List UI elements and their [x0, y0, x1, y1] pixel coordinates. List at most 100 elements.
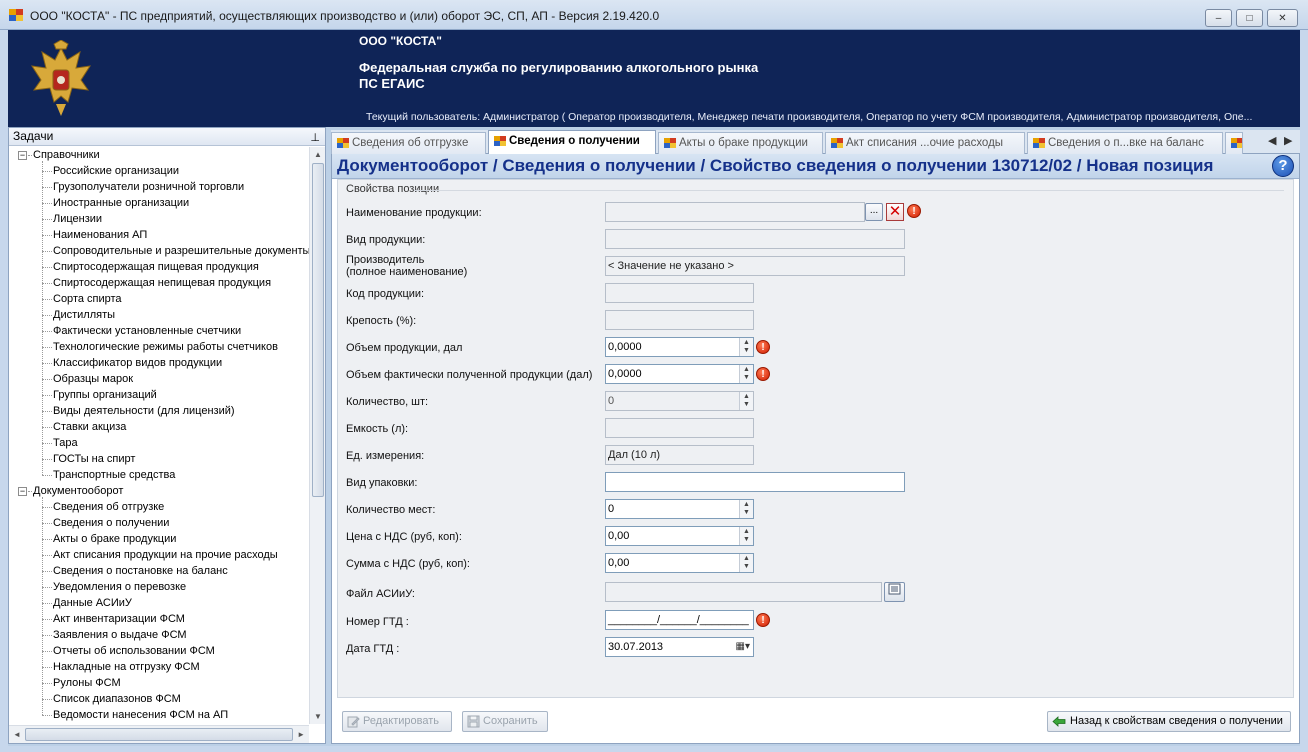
gtd-date-picker[interactable]: 30.07.2013 ▦▾: [605, 637, 754, 657]
tree-item[interactable]: Ставки акциза: [53, 419, 126, 435]
tree-item[interactable]: Сведения о постановке на баланс: [53, 563, 228, 579]
edit-button[interactable]: Редактировать: [342, 711, 452, 732]
tree-item[interactable]: Сопроводительные и разрешительные докуме…: [53, 243, 309, 259]
tree-item[interactable]: Список диапазонов ФСМ: [53, 691, 181, 707]
quantity-field: 0 ▲ ▼: [605, 391, 754, 411]
tree-item[interactable]: Ведомости нанесения ФСМ на АП: [53, 707, 228, 723]
package-type-input[interactable]: [605, 472, 905, 492]
tree-connector: [42, 219, 52, 220]
tree-item[interactable]: Иностранные организации: [53, 195, 189, 211]
price-vat-spinner[interactable]: ▲ ▼: [739, 527, 753, 545]
tab-defect-acts[interactable]: Акты о браке продукции: [658, 132, 823, 154]
scroll-down-icon[interactable]: ▼: [314, 712, 322, 721]
scroll-left-icon[interactable]: ◄: [13, 730, 21, 739]
browse-button[interactable]: ...: [865, 203, 883, 221]
tree-connector: [42, 603, 52, 604]
pin-icon[interactable]: ⊥: [310, 130, 320, 147]
tree-item[interactable]: Акт списания продукции на прочие расходы: [53, 547, 278, 563]
collapse-icon[interactable]: −: [18, 151, 27, 160]
product-code-label: Код продукции:: [346, 288, 425, 300]
package-type-label: Вид упаковки:: [346, 477, 418, 489]
sum-vat-input[interactable]: 0,00 ▲ ▼: [605, 553, 754, 573]
tree-item[interactable]: ГОСТы на спирт: [53, 451, 135, 467]
system-name: ПС ЕГАИС: [359, 76, 425, 91]
breadcrumb-bar: Документооборот / Сведения о получении /…: [332, 154, 1299, 179]
tree-item[interactable]: Данные АСИиУ: [53, 595, 132, 611]
back-to-receipt-button[interactable]: Назад к свойствам сведения о получении: [1047, 711, 1291, 732]
volume-received-spinner[interactable]: ▲ ▼: [739, 365, 753, 383]
tree-item[interactable]: Фактически установленные счетчики: [53, 323, 241, 339]
tree-item[interactable]: Спиртосодержащая пищевая продукция: [53, 259, 259, 275]
maximize-button[interactable]: □: [1236, 9, 1263, 27]
agency-name: Федеральная служба по регулированию алко…: [359, 60, 759, 75]
places-count-input[interactable]: 0 ▲ ▼: [605, 499, 754, 519]
tree-item[interactable]: Уведомления о перевозке: [53, 579, 186, 595]
tree-group[interactable]: Документооборот: [33, 483, 123, 499]
tree-item[interactable]: Спиртосодержащая непищевая продукция: [53, 275, 271, 291]
tree-item[interactable]: Лицензии: [53, 211, 102, 227]
calendar-dropdown-icon[interactable]: ▦▾: [736, 638, 750, 656]
tasks-horizontal-scrollbar[interactable]: ◄ ►: [9, 725, 309, 743]
tab-scroll-left-icon[interactable]: ◀: [1268, 134, 1276, 147]
sum-vat-spinner[interactable]: ▲ ▼: [739, 554, 753, 572]
tab-overflow[interactable]: [1225, 132, 1243, 154]
tree-item[interactable]: Сведения об отгрузке: [53, 499, 164, 515]
window-frame-bottom: [0, 746, 1308, 752]
tree-item[interactable]: Рулоны ФСМ: [53, 675, 121, 691]
tree-item[interactable]: Накладные на отгрузку ФСМ: [53, 659, 200, 675]
tab-scroll-right-icon[interactable]: ▶: [1284, 134, 1292, 147]
help-icon[interactable]: ?: [1272, 155, 1294, 177]
tree-item[interactable]: Сорта спирта: [53, 291, 122, 307]
scroll-thumb[interactable]: [312, 163, 324, 497]
file-browse-icon[interactable]: [884, 582, 905, 602]
scroll-thumb[interactable]: [25, 728, 293, 741]
volume-spinner[interactable]: ▲ ▼: [739, 338, 753, 356]
tree-item[interactable]: Акт инвентаризации ФСМ: [53, 611, 185, 627]
price-vat-input[interactable]: 0,00 ▲ ▼: [605, 526, 754, 546]
tab-receipt-info[interactable]: Сведения о получении: [488, 130, 656, 155]
close-button[interactable]: ✕: [1267, 9, 1298, 27]
collapse-icon[interactable]: −: [18, 487, 27, 496]
clear-icon[interactable]: ✕: [886, 203, 904, 221]
tree-item[interactable]: Грузополучатели розничной торговли: [53, 179, 244, 195]
tree-connector: [42, 427, 52, 428]
gtd-date-label: Дата ГТД :: [346, 643, 400, 655]
tree-item[interactable]: Образцы марок: [53, 371, 133, 387]
gtd-number-input[interactable]: ________/______/________: [605, 610, 754, 630]
tree-item[interactable]: Технологические режимы работы счетчиков: [53, 339, 278, 355]
tree-item[interactable]: Транспортные средства: [53, 467, 175, 483]
volume-received-input[interactable]: 0,0000 ▲ ▼: [605, 364, 754, 384]
tasks-vertical-scrollbar[interactable]: ▲ ▼: [309, 147, 325, 724]
tree-item[interactable]: Классификатор видов продукции: [53, 355, 222, 371]
tree-connector: [42, 619, 52, 620]
tree-item[interactable]: Наименования АП: [53, 227, 147, 243]
tree-connector: [42, 379, 52, 380]
tree-item[interactable]: Дистилляты: [53, 307, 115, 323]
tree-connector: [42, 571, 52, 572]
tree-item[interactable]: Сведения о получении: [53, 515, 169, 531]
unit-field: Дал (10 л): [605, 445, 754, 465]
tab-balance-info[interactable]: Сведения о п...вке на баланс: [1027, 132, 1223, 154]
tree-item[interactable]: Заявления о выдаче ФСМ: [53, 627, 187, 643]
tree-connector: [42, 267, 52, 268]
tree-connector: [28, 491, 32, 492]
volume-input[interactable]: 0,0000 ▲ ▼: [605, 337, 754, 357]
tree-connector: [42, 283, 52, 284]
current-user-info: Текущий пользователь: Администратор ( Оп…: [366, 111, 1253, 123]
places-count-spinner[interactable]: ▲ ▼: [739, 500, 753, 518]
tree-item[interactable]: Группы организаций: [53, 387, 157, 403]
tree-item[interactable]: Российские организации: [53, 163, 179, 179]
tree-item[interactable]: Акты о браке продукции: [53, 531, 176, 547]
document-tabs: Сведения об отгрузке Сведения о получени…: [331, 130, 1300, 155]
tasks-tree: Справочники − Российские организации Грузоп…: [9, 147, 309, 724]
scroll-right-icon[interactable]: ►: [297, 730, 305, 739]
scroll-up-icon[interactable]: ▲: [314, 150, 322, 159]
tree-item[interactable]: Отчеты об использовании ФСМ: [53, 643, 215, 659]
save-button[interactable]: Сохранить: [462, 711, 548, 732]
minimize-button[interactable]: –: [1205, 9, 1232, 27]
tree-item[interactable]: Виды деятельности (для лицензий): [53, 403, 235, 419]
tab-shipment-info[interactable]: Сведения об отгрузке: [331, 132, 486, 154]
volume-label: Объем продукции, дал: [346, 342, 463, 354]
tab-writeoff-act[interactable]: Акт списания ...очие расходы: [825, 132, 1025, 154]
tree-item[interactable]: Тара: [53, 435, 78, 451]
